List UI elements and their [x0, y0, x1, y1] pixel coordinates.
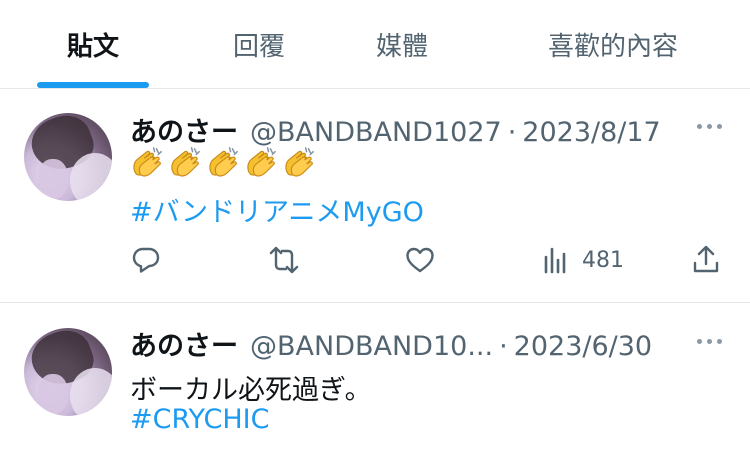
display-name[interactable]: あのさー: [130, 324, 238, 363]
clapping-hands-emoji: [209, 147, 238, 177]
tab-posts[interactable]: 貼文: [37, 0, 149, 89]
avatar[interactable]: [24, 328, 112, 416]
profile-tabs: 貼文 回覆 媒體 喜歡的內容: [0, 0, 750, 89]
clapping-hands-emoji: [247, 147, 276, 177]
tweet-header: あのさー @BANDBAND10... · 2023/6/30: [130, 324, 652, 362]
clapping-hands-emoji: [171, 147, 200, 177]
tab-likes[interactable]: 喜歡的內容: [520, 0, 706, 89]
tab-replies[interactable]: 回覆: [200, 0, 318, 89]
tweet-date[interactable]: 2023/8/17: [522, 117, 660, 148]
share-button[interactable]: [690, 240, 722, 280]
views-count: 481: [582, 247, 624, 273]
tweet-actions: 481: [130, 240, 726, 280]
views-icon: [544, 247, 566, 274]
clapping-hands-emoji: [285, 147, 314, 177]
more-icon[interactable]: [697, 124, 722, 129]
reply-icon: [132, 247, 160, 273]
avatar[interactable]: [24, 113, 112, 201]
clapping-hands-emoji: [133, 147, 162, 177]
views-button[interactable]: 481: [540, 240, 624, 280]
tweet[interactable]: あのさー @BANDBAND1027 · 2023/8/17 #バンドリアニメM…: [0, 90, 750, 303]
hashtag-link[interactable]: #バンドリアニメMyGO: [130, 190, 424, 229]
tweet-header: あのさー @BANDBAND1027 · 2023/8/17: [130, 110, 661, 148]
like-icon: [406, 247, 434, 273]
tweet-text: ボーカル必死過ぎ。: [130, 375, 372, 406]
separator-dot: ·: [499, 331, 508, 362]
display-name[interactable]: あのさー: [130, 110, 238, 149]
hashtag-link[interactable]: #CRYCHIC: [130, 404, 270, 435]
tab-media[interactable]: 媒體: [340, 0, 464, 89]
tweet[interactable]: あのさー @BANDBAND10... · 2023/6/30 ボーカル必死過ぎ…: [0, 304, 750, 454]
active-tab-indicator: [37, 82, 149, 88]
user-handle[interactable]: @BANDBAND10...: [250, 331, 493, 362]
retweet-button[interactable]: [268, 240, 300, 280]
separator-dot: ·: [507, 117, 517, 148]
user-handle[interactable]: @BANDBAND1027: [250, 117, 502, 148]
more-icon[interactable]: [697, 339, 722, 344]
share-icon: [693, 245, 719, 273]
reply-button[interactable]: [130, 240, 162, 280]
tweet-date[interactable]: 2023/6/30: [514, 331, 652, 362]
like-button[interactable]: [404, 240, 436, 280]
retweet-icon: [269, 246, 299, 274]
emoji-row: [130, 146, 316, 180]
